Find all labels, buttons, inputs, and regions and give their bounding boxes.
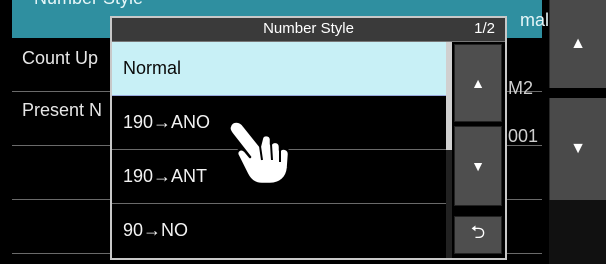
background-header-value: mal <box>520 10 550 30</box>
list-scrollbar[interactable] <box>446 42 452 258</box>
background-row-label: Count Up <box>22 48 99 68</box>
background-header-title: Number Style <box>34 0 143 9</box>
number-style-dialog: Number Style 1/2 Normal 190→ANO 190→ANT … <box>110 16 507 260</box>
background-row-label: Present N <box>22 100 103 120</box>
list-item-90-no[interactable]: 90→NO <box>112 204 446 258</box>
up-arrow-icon: ▲ <box>471 75 485 91</box>
background-row-value: 001 <box>508 126 539 146</box>
side-scroll-down-button[interactable]: ▼ <box>549 98 606 200</box>
list-item-label: 190→ANT <box>123 166 208 186</box>
side-panel-gap <box>549 200 606 264</box>
dialog-page-indicator: 1/2 <box>474 20 495 37</box>
pointing-hand-icon <box>228 120 291 186</box>
return-icon: ⮌ <box>470 222 486 242</box>
down-arrow-icon: ▼ <box>471 158 485 174</box>
dialog-titlebar: Number Style 1/2 <box>112 18 505 42</box>
list-item-label: 190→ANO <box>123 112 211 132</box>
up-arrow-icon: ▲ <box>570 35 586 52</box>
list-item-label: 90→NO <box>123 220 189 240</box>
scroll-down-button[interactable]: ▼ <box>454 126 502 206</box>
down-arrow-icon: ▼ <box>570 140 586 157</box>
scroll-thumb[interactable] <box>446 42 452 150</box>
return-button[interactable]: ⮌ <box>454 216 502 254</box>
list-item-normal[interactable]: Normal <box>112 42 446 96</box>
scroll-up-button[interactable]: ▲ <box>454 44 502 122</box>
dialog-title: Number Style <box>263 20 354 37</box>
side-scroll-up-button[interactable]: ▲ <box>549 0 606 88</box>
list-item-label: Normal <box>123 58 182 78</box>
